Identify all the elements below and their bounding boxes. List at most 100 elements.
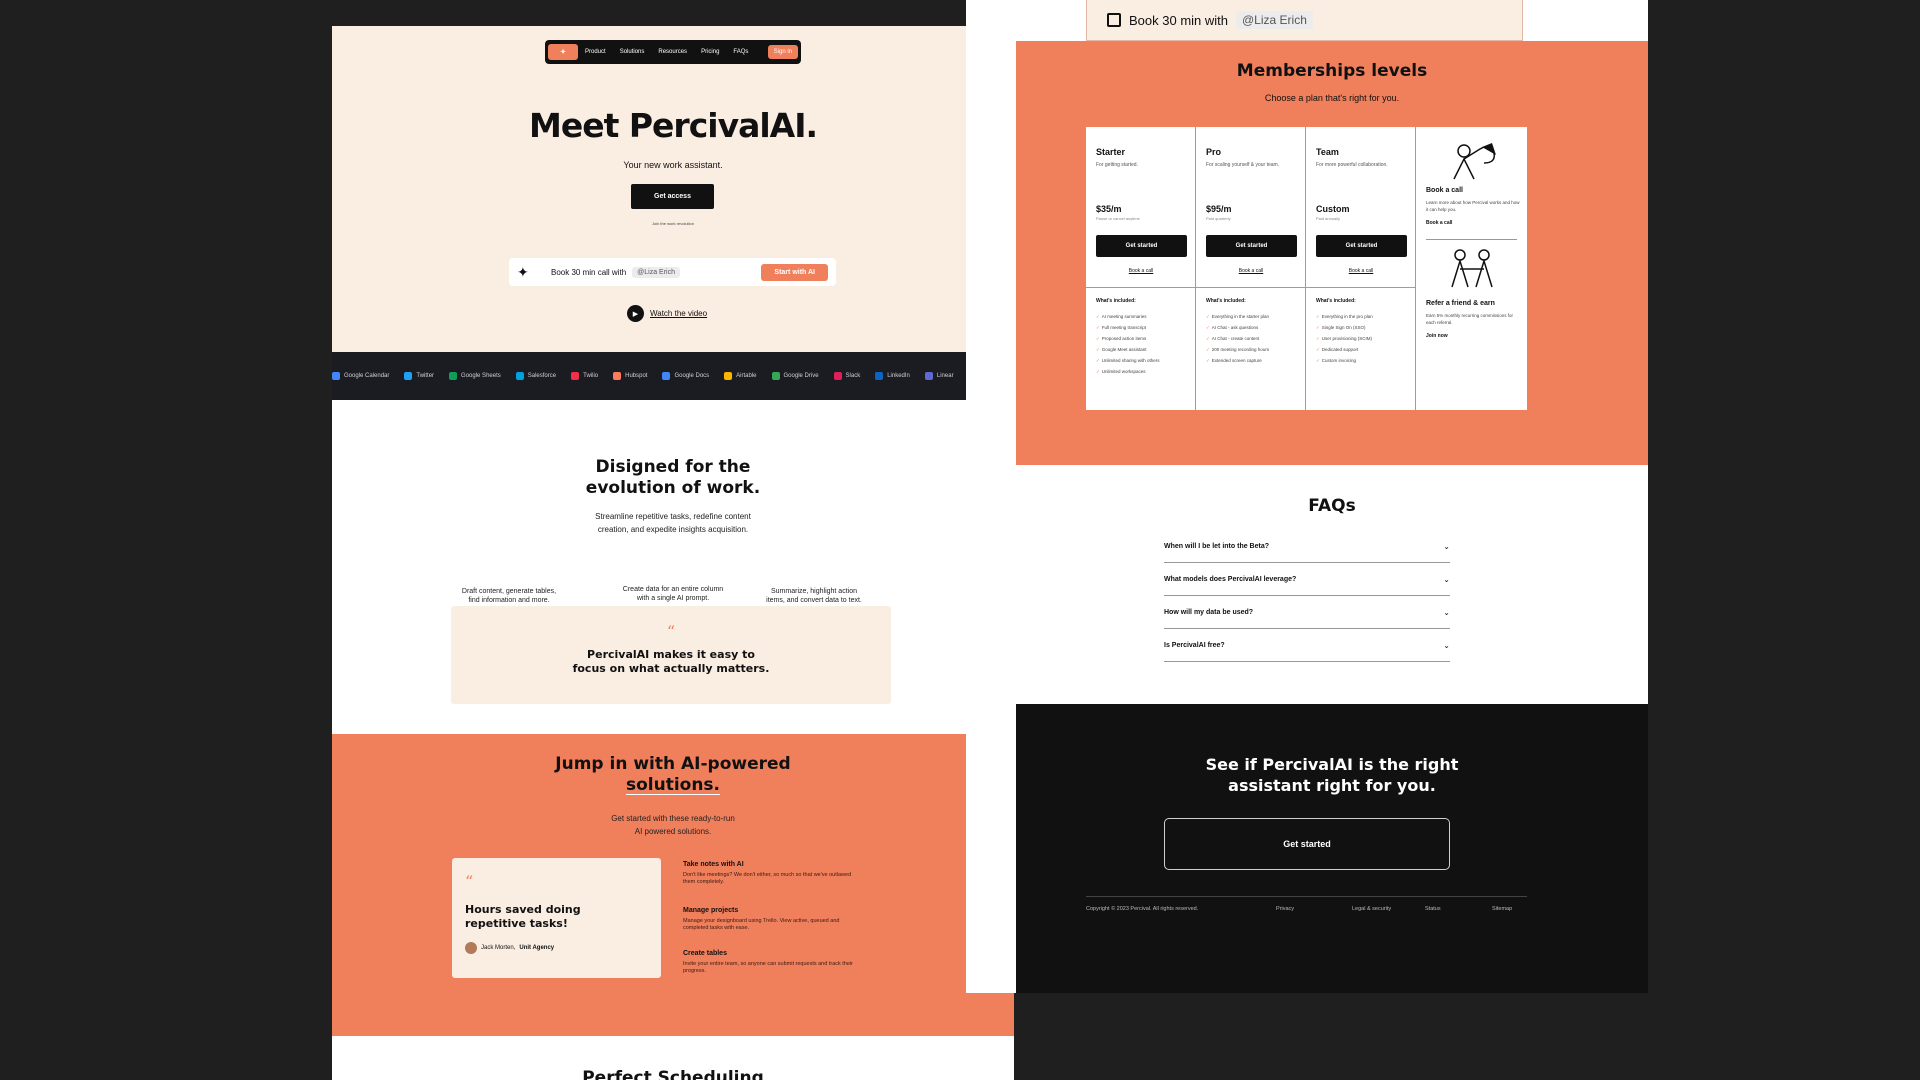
chevron-down-icon[interactable]: ⌄ [1443,575,1450,584]
solutions-subtitle: Get started with these ready-to-run AI p… [332,812,1014,838]
memberships-title: Memberships levels [1236,61,1428,81]
faq-item[interactable]: When will I be let into the Beta? ⌄ [1164,530,1450,563]
start-with-ai-button[interactable]: Start with AI [761,263,828,281]
nav-item-solutions[interactable]: Solutions [613,49,652,55]
footer-link-privacy[interactable]: Privacy [1276,906,1294,912]
divider [1306,287,1416,288]
feature-column-line2: with a single AI prompt. [636,595,710,602]
plan-starter: Starter For getting started. $35/m Pause… [1086,127,1196,410]
integration-icon [613,372,622,380]
faq-item[interactable]: What models does PercivalAI leverage? ⌄ [1164,563,1450,596]
get-started-button[interactable]: Get started [1096,235,1187,257]
book-call-link[interactable]: Book a call [1086,268,1196,274]
logo[interactable]: ✦ [548,44,578,60]
sparkle-icon: ✦ [517,263,529,280]
solutions-section: Jump in with AI-powered solutions. Get s… [332,734,1014,1036]
integration-logo: Hubspot [613,372,647,380]
quote-text: PercivalAI makes it easy to focus on wha… [451,648,891,676]
footer-link-sitemap[interactable]: Sitemap [1492,906,1512,912]
divider [1086,287,1196,288]
book-call-link[interactable]: Book a call [1196,268,1306,274]
designed-subtitle-line2: creation, and expedite insights acquisit… [597,525,749,534]
chevron-down-icon[interactable]: ⌄ [1443,542,1450,551]
plan-price: $95/m [1206,204,1232,214]
testimonial-headline: Hours saved doing repetitive tasks! [465,903,581,931]
integration-logo: Airtable [724,372,757,380]
integration-logo: Twitter [404,372,434,380]
get-started-button[interactable]: Get started [1164,818,1450,870]
get-started-button[interactable]: Get started [1206,235,1297,257]
chevron-down-icon[interactable]: ⌄ [1443,608,1450,617]
integration-name: Airtable [736,373,757,379]
nav-item-pricing[interactable]: Pricing [694,49,726,55]
plan-feature: Everything in the pro plan [1322,311,1410,322]
plan-feature: Extended screen capture [1212,355,1300,366]
integration-icon [771,372,780,380]
plan-feature: Everything in the starter plan [1212,311,1300,322]
faq-question[interactable]: What models does PercivalAI leverage? [1164,576,1296,583]
testimonial-card: “ Hours saved doing repetitive tasks! Ja… [452,858,661,978]
plan-price: $35/m [1096,204,1122,214]
plan-billing: Pause or cancel anytime [1096,216,1140,221]
solutions-title: Jump in with AI-powered solutions. [332,754,1014,796]
watch-video-label[interactable]: Watch the video [650,309,707,318]
faq-item[interactable]: How will my data be used? ⌄ [1164,596,1450,629]
plan-feature: Unlimited workspaces [1102,366,1190,377]
memberships-subtitle: Choose a plan that's right for you. [1264,93,1400,103]
integration-name: Google Sheets [461,373,501,379]
nav-item-faqs[interactable]: FAQs [726,49,755,55]
solution-desc: Invite your entire team, so anyone can s… [683,961,853,974]
integration-logo: Slack [833,372,860,380]
book-call-title: Book a call [1426,187,1463,194]
quote-icon: “ [666,622,676,641]
refer-friend-illustration [1451,249,1493,288]
included-label: What's included: [1206,298,1246,304]
plan-feature: Full meeting transcript [1102,322,1190,333]
plan-billing: Paid quarterly [1206,216,1231,221]
contact-chip[interactable]: @Liza Erich [632,266,680,278]
plan-feature: Single Sign On (SSO) [1322,322,1410,333]
divider [1426,239,1517,240]
join-now-link[interactable]: Join now [1426,333,1448,339]
nav-item-product[interactable]: Product [578,49,613,55]
plan-name: Team [1316,147,1339,157]
integration-icon [571,372,580,380]
chevron-down-icon[interactable]: ⌄ [1443,641,1450,650]
plan-feature: Google Meet assistant [1102,344,1190,355]
integration-logo: Google Drive [771,372,819,380]
book-call-link[interactable]: Book a call [1306,268,1416,274]
book-call-text: Book 30 min with [1129,12,1228,28]
contact-chip[interactable]: @Liza Erich [1236,11,1313,29]
plan-features: Everything in the starter plan AI Chat -… [1212,311,1300,366]
author-name: Jack Morten, [481,945,516,951]
nav-item-resources[interactable]: Resources [651,49,694,55]
memberships-section: Memberships levels Choose a plan that's … [1016,41,1648,465]
faq-question[interactable]: How will my data be used? [1164,609,1253,616]
watch-video-link[interactable]: ▶ Watch the video [627,305,707,322]
plan-feature: Unlimited sharing with others [1102,355,1190,366]
book-call-link[interactable]: Book a call [1426,220,1452,226]
footer-link-status[interactable]: Status [1425,906,1441,912]
integration-name: Google Docs [674,373,710,379]
designed-subtitle-line1: Streamline repetitive tasks, redefine co… [595,512,751,521]
faq-item[interactable]: Is PercivalAI free? ⌄ [1164,629,1450,662]
solution-manage-projects: Manage projects Manage your designboard … [683,907,863,932]
faq-question[interactable]: When will I be let into the Beta? [1164,543,1269,550]
sign-in-button[interactable]: Sign in [767,45,798,59]
solutions-subtitle-line2: AI powered solutions. [634,827,712,836]
get-access-button[interactable]: Get access [631,184,714,209]
play-icon[interactable]: ▶ [627,305,644,322]
integration-icon [662,372,671,380]
plan-desc: For more powerful collaboration. [1316,162,1388,168]
quote-card: “ PercivalAI makes it easy to focus on w… [451,606,891,704]
quote-line1: PercivalAI makes it easy to [587,648,755,661]
footer-link-legal[interactable]: Legal & security [1352,906,1391,912]
hero-title: Meet PercivalAI. [528,106,818,145]
faq-question[interactable]: Is PercivalAI free? [1164,642,1225,649]
get-started-button[interactable]: Get started [1316,235,1407,257]
designed-title-line2: evolution of work. [585,478,761,498]
integration-icon [332,372,340,380]
integration-icon [449,372,458,380]
quote-icon: “ [465,872,474,891]
solution-take-notes: Take notes with AI Don't like meetings? … [683,861,863,886]
